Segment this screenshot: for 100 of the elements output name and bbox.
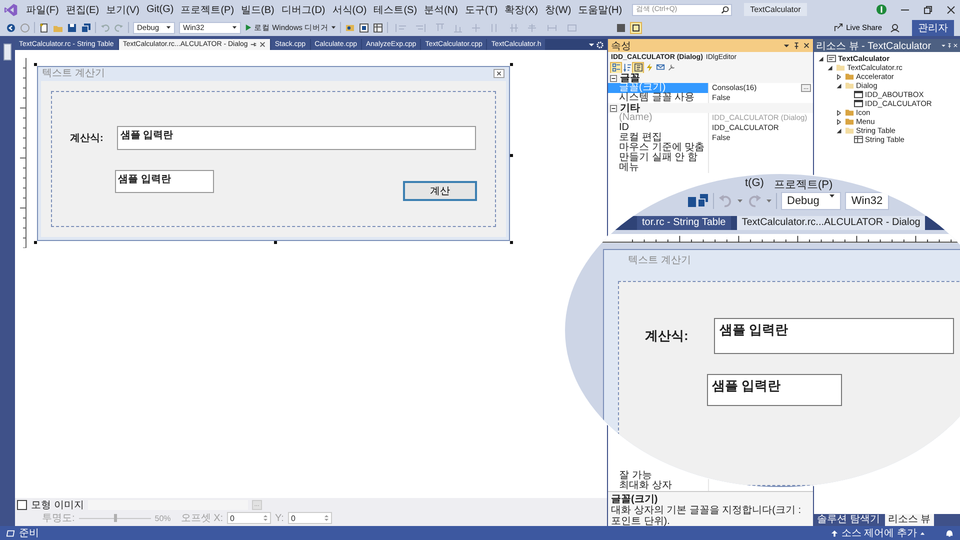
- caret-icon: [829, 192, 836, 199]
- close-icon[interactable]: [258, 41, 266, 48]
- input-field[interactable]: 샘플 입력란: [707, 374, 842, 406]
- save-icon[interactable]: [67, 22, 77, 32]
- toggle-grid-icon[interactable]: [630, 22, 642, 34]
- nav-item[interactable]: 디버그(D): [278, 2, 328, 16]
- close-icon[interactable]: [803, 42, 810, 49]
- source-control-button[interactable]: 소스 제어에 추가: [825, 525, 931, 540]
- property-name[interactable]: 시스템 글꼴 사용: [608, 93, 695, 103]
- property-name[interactable]: 마우스 기준에 맞춤: [608, 143, 705, 153]
- resize-handle[interactable]: [34, 241, 37, 244]
- category-label: 기타: [620, 102, 640, 114]
- dropdown-icon[interactable]: [588, 41, 595, 48]
- pin-icon[interactable]: [793, 42, 800, 49]
- admin-button[interactable]: 관리자: [912, 20, 954, 36]
- view-toggle-button[interactable]: [655, 62, 665, 72]
- view-toggle-button[interactable]: [622, 62, 632, 72]
- restore-icon[interactable]: [923, 4, 933, 14]
- account-icon[interactable]: [876, 4, 887, 15]
- close-icon[interactable]: [946, 4, 956, 14]
- expand-arrow-icon[interactable]: [827, 64, 833, 70]
- nav-item[interactable]: 서식(O): [329, 2, 370, 16]
- resize-handle[interactable]: [510, 154, 513, 156]
- slider-thumb[interactable]: [114, 514, 117, 522]
- caret-icon: [232, 25, 237, 30]
- guide-icon[interactable]: [616, 22, 626, 32]
- resize-handle[interactable]: [34, 63, 37, 66]
- dropdown-icon[interactable]: [941, 43, 946, 48]
- settings-icon[interactable]: [596, 40, 604, 48]
- nav-item[interactable]: 분석(N): [421, 2, 461, 16]
- nav-item[interactable]: 프로젝트(P): [774, 177, 833, 191]
- resize-handle[interactable]: [510, 63, 513, 66]
- toolbox-tab-icon[interactable]: [2, 43, 12, 61]
- view-toggle-button[interactable]: [611, 62, 621, 72]
- offset-y-label: Y:: [275, 512, 284, 524]
- caret-icon[interactable]: [737, 198, 743, 204]
- caret-icon[interactable]: [766, 198, 772, 204]
- feedback-icon[interactable]: [890, 22, 900, 32]
- nav-item[interactable]: 도움말(H): [575, 2, 626, 16]
- pin-icon[interactable]: [250, 41, 257, 48]
- document-tab[interactable]: TextCalculator.rc...ALCULATOR - Dialog: [736, 216, 926, 230]
- nav-item[interactable]: 편집(E): [62, 2, 102, 16]
- nav-item[interactable]: 테스트(S): [370, 2, 420, 16]
- collapse-toggle[interactable]: [610, 74, 617, 82]
- nav-item[interactable]: 확장(X): [502, 2, 542, 16]
- dialog-title: 텍스트 계산기: [627, 254, 692, 268]
- document-tab[interactable]: tor.rc - String Table: [637, 216, 731, 230]
- grid-icon[interactable]: [372, 22, 383, 32]
- property-name[interactable]: 메뉴: [608, 163, 639, 173]
- expand-arrow-icon[interactable]: [836, 82, 842, 88]
- expand-arrow-icon[interactable]: [818, 56, 824, 62]
- nav-item[interactable]: 프로젝트(P): [178, 2, 238, 16]
- save-all-icon[interactable]: [81, 22, 91, 32]
- expression-label: 계산식:: [70, 132, 104, 145]
- offset-x-field[interactable]: 0: [227, 512, 272, 524]
- spinner-arrows-icon[interactable]: [263, 514, 268, 522]
- resize-handle[interactable]: [510, 241, 513, 244]
- window-icon[interactable]: [358, 22, 369, 32]
- new-project-icon[interactable]: [39, 22, 49, 32]
- nav-item[interactable]: t(G): [745, 177, 764, 191]
- dialog-window[interactable]: 텍스트 계산기 계산식: 샘플 입력란 샘플 입력란 계산: [37, 66, 510, 241]
- expand-arrow-icon[interactable]: [836, 110, 842, 116]
- save-all-icon[interactable]: [687, 192, 709, 209]
- view-toggle-button[interactable]: [633, 62, 643, 72]
- close-icon[interactable]: [493, 68, 505, 78]
- nav-item[interactable]: 파일(F): [23, 2, 62, 16]
- resource-view-title: 리소스 뷰 - TextCalculator: [816, 40, 932, 52]
- collapse-toggle[interactable]: [610, 104, 617, 112]
- nav-item[interactable]: 보기(V): [103, 2, 142, 16]
- nav-item[interactable]: 창(W): [542, 2, 574, 16]
- notification-bell-icon[interactable]: [945, 528, 954, 538]
- find-icon[interactable]: [344, 22, 355, 32]
- checkbox[interactable]: [17, 500, 27, 510]
- input-field[interactable]: 샘플 입력란: [714, 318, 954, 354]
- view-toggle-button[interactable]: [666, 62, 676, 72]
- input-field[interactable]: 샘플 입력란: [117, 126, 476, 150]
- ready-icon: [6, 528, 15, 538]
- property-name[interactable]: 로컬 편집: [608, 133, 662, 143]
- spinner-arrows-icon[interactable]: [324, 514, 329, 522]
- property-name[interactable]: 만들기 실패 안 함: [608, 153, 698, 163]
- input-field[interactable]: 샘플 입력란: [115, 170, 214, 193]
- caret-icon: [166, 25, 171, 30]
- configuration-dropdown[interactable]: Debug: [781, 192, 842, 210]
- resize-handle[interactable]: [274, 241, 276, 244]
- property-name[interactable]: ID: [608, 123, 629, 133]
- opacity-slider[interactable]: [78, 513, 151, 523]
- expand-arrow-icon[interactable]: [836, 118, 842, 124]
- solution-name: TextCalculator: [744, 3, 807, 16]
- nav-item[interactable]: 빌드(B): [238, 2, 278, 16]
- calculate-button[interactable]: 계산: [403, 181, 477, 201]
- dropdown-icon[interactable]: [783, 42, 790, 49]
- description-title: 글꼴(크기): [611, 494, 659, 505]
- offset-y-field[interactable]: 0: [288, 512, 332, 524]
- expand-arrow-icon[interactable]: [836, 74, 842, 80]
- nav-item[interactable]: Git(G): [143, 4, 177, 15]
- back-icon[interactable]: [6, 22, 16, 32]
- expand-arrow-icon[interactable]: [836, 128, 842, 134]
- nav-item[interactable]: 도구(T): [462, 2, 501, 16]
- panel-tab[interactable]: 리소스 뷰: [884, 514, 934, 526]
- platform-dropdown[interactable]: Win32: [845, 192, 889, 210]
